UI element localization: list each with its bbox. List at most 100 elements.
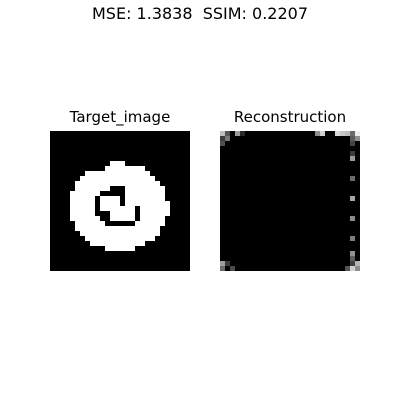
target-pixel: [80, 216, 85, 221]
target-pixel: [110, 236, 115, 241]
target-pixel: [130, 246, 135, 251]
target-pixel: [105, 246, 110, 251]
target-pixel: [125, 211, 130, 216]
target-pixel: [70, 211, 75, 216]
target-pixel: [115, 236, 120, 241]
target-pixel: [120, 236, 125, 241]
target-pixel: [110, 206, 115, 211]
target-pixel: [125, 246, 130, 251]
target-pixel: [140, 166, 145, 171]
target-pixel: [155, 206, 160, 211]
target-pixel: [155, 191, 160, 196]
target-pixel: [140, 231, 145, 236]
target-pixel: [130, 201, 135, 206]
target-pixel: [125, 236, 130, 241]
target-pixel: [100, 206, 105, 211]
target-pixel: [115, 226, 120, 231]
reconstruction-pixel: [220, 261, 225, 266]
reconstruction-pixel: [235, 131, 240, 136]
target-pixel: [70, 201, 75, 206]
target-pixel: [85, 231, 90, 236]
reconstruction-pixel: [230, 266, 235, 271]
target-pixel: [80, 226, 85, 231]
target-pixel: [160, 186, 165, 191]
target-pixel: [85, 176, 90, 181]
target-pixel: [145, 226, 150, 231]
target-pixel: [130, 226, 135, 231]
reconstruction-pixel: [335, 131, 340, 136]
reconstruction-panel: [220, 131, 360, 271]
target-pixel: [105, 186, 110, 191]
target-pixel: [125, 191, 130, 196]
reconstruction-pixel: [350, 216, 355, 221]
target-pixel: [135, 186, 140, 191]
target-pixel: [125, 181, 130, 186]
target-pixel: [130, 166, 135, 171]
target-pixel: [160, 211, 165, 216]
target-pixel: [95, 236, 100, 241]
target-pixel: [90, 216, 95, 221]
target-pixel: [80, 186, 85, 191]
target-pixel: [140, 191, 145, 196]
target-pixel: [125, 206, 130, 211]
target-pixel: [110, 246, 115, 251]
target-image-title: Target_image: [69, 108, 171, 126]
target-pixel: [145, 191, 150, 196]
target-pixel: [90, 191, 95, 196]
target-pixel: [140, 221, 145, 226]
target-pixel: [150, 181, 155, 186]
target-pixel: [140, 201, 145, 206]
reconstruction-pixel: [350, 266, 355, 271]
target-pixel: [110, 201, 115, 206]
target-pixel: [105, 176, 110, 181]
target-pixel: [130, 181, 135, 186]
target-pixel: [155, 181, 160, 186]
reconstruction-pixel: [345, 131, 350, 136]
target-pixel: [135, 236, 140, 241]
target-pixel: [115, 196, 120, 201]
target-pixel: [145, 231, 150, 236]
reconstruction-pixel: [315, 131, 320, 136]
target-pixel: [95, 241, 100, 246]
target-pixel: [90, 181, 95, 186]
target-pixel: [80, 191, 85, 196]
target-pixel: [140, 186, 145, 191]
target-pixel: [130, 211, 135, 216]
target-pixel: [115, 211, 120, 216]
target-pixel: [130, 191, 135, 196]
target-pixel: [100, 201, 105, 206]
target-pixel: [100, 186, 105, 191]
target-pixel: [85, 226, 90, 231]
reconstruction-pixel: [355, 136, 360, 141]
target-pixel: [125, 231, 130, 236]
target-pixel: [100, 236, 105, 241]
target-pixel: [90, 236, 95, 241]
target-pixel: [85, 236, 90, 241]
target-pixel: [155, 211, 160, 216]
target-pixel: [125, 171, 130, 176]
target-pixel: [140, 226, 145, 231]
target-pixel: [85, 201, 90, 206]
target-pixel: [105, 196, 110, 201]
target-pixel: [100, 176, 105, 181]
target-pixel: [150, 206, 155, 211]
target-pixel: [150, 186, 155, 191]
reconstruction-pixel: [220, 131, 225, 136]
target-pixel: [145, 211, 150, 216]
target-pixel: [155, 196, 160, 201]
reconstruction-title: Reconstruction: [233, 108, 347, 126]
reconstruction-pixel: [350, 256, 355, 261]
target-pixel: [120, 171, 125, 176]
target-pixel: [150, 216, 155, 221]
target-pixel: [130, 231, 135, 236]
target-pixel: [95, 181, 100, 186]
target-pixel: [120, 206, 125, 211]
reconstruction-pixel: [225, 261, 230, 266]
target-pixel: [100, 241, 105, 246]
target-image-panel: [50, 131, 190, 271]
target-pixel: [120, 231, 125, 236]
target-pixel: [120, 166, 125, 171]
target-pixel: [140, 216, 145, 221]
target-pixel: [95, 191, 100, 196]
target-pixel: [70, 206, 75, 211]
